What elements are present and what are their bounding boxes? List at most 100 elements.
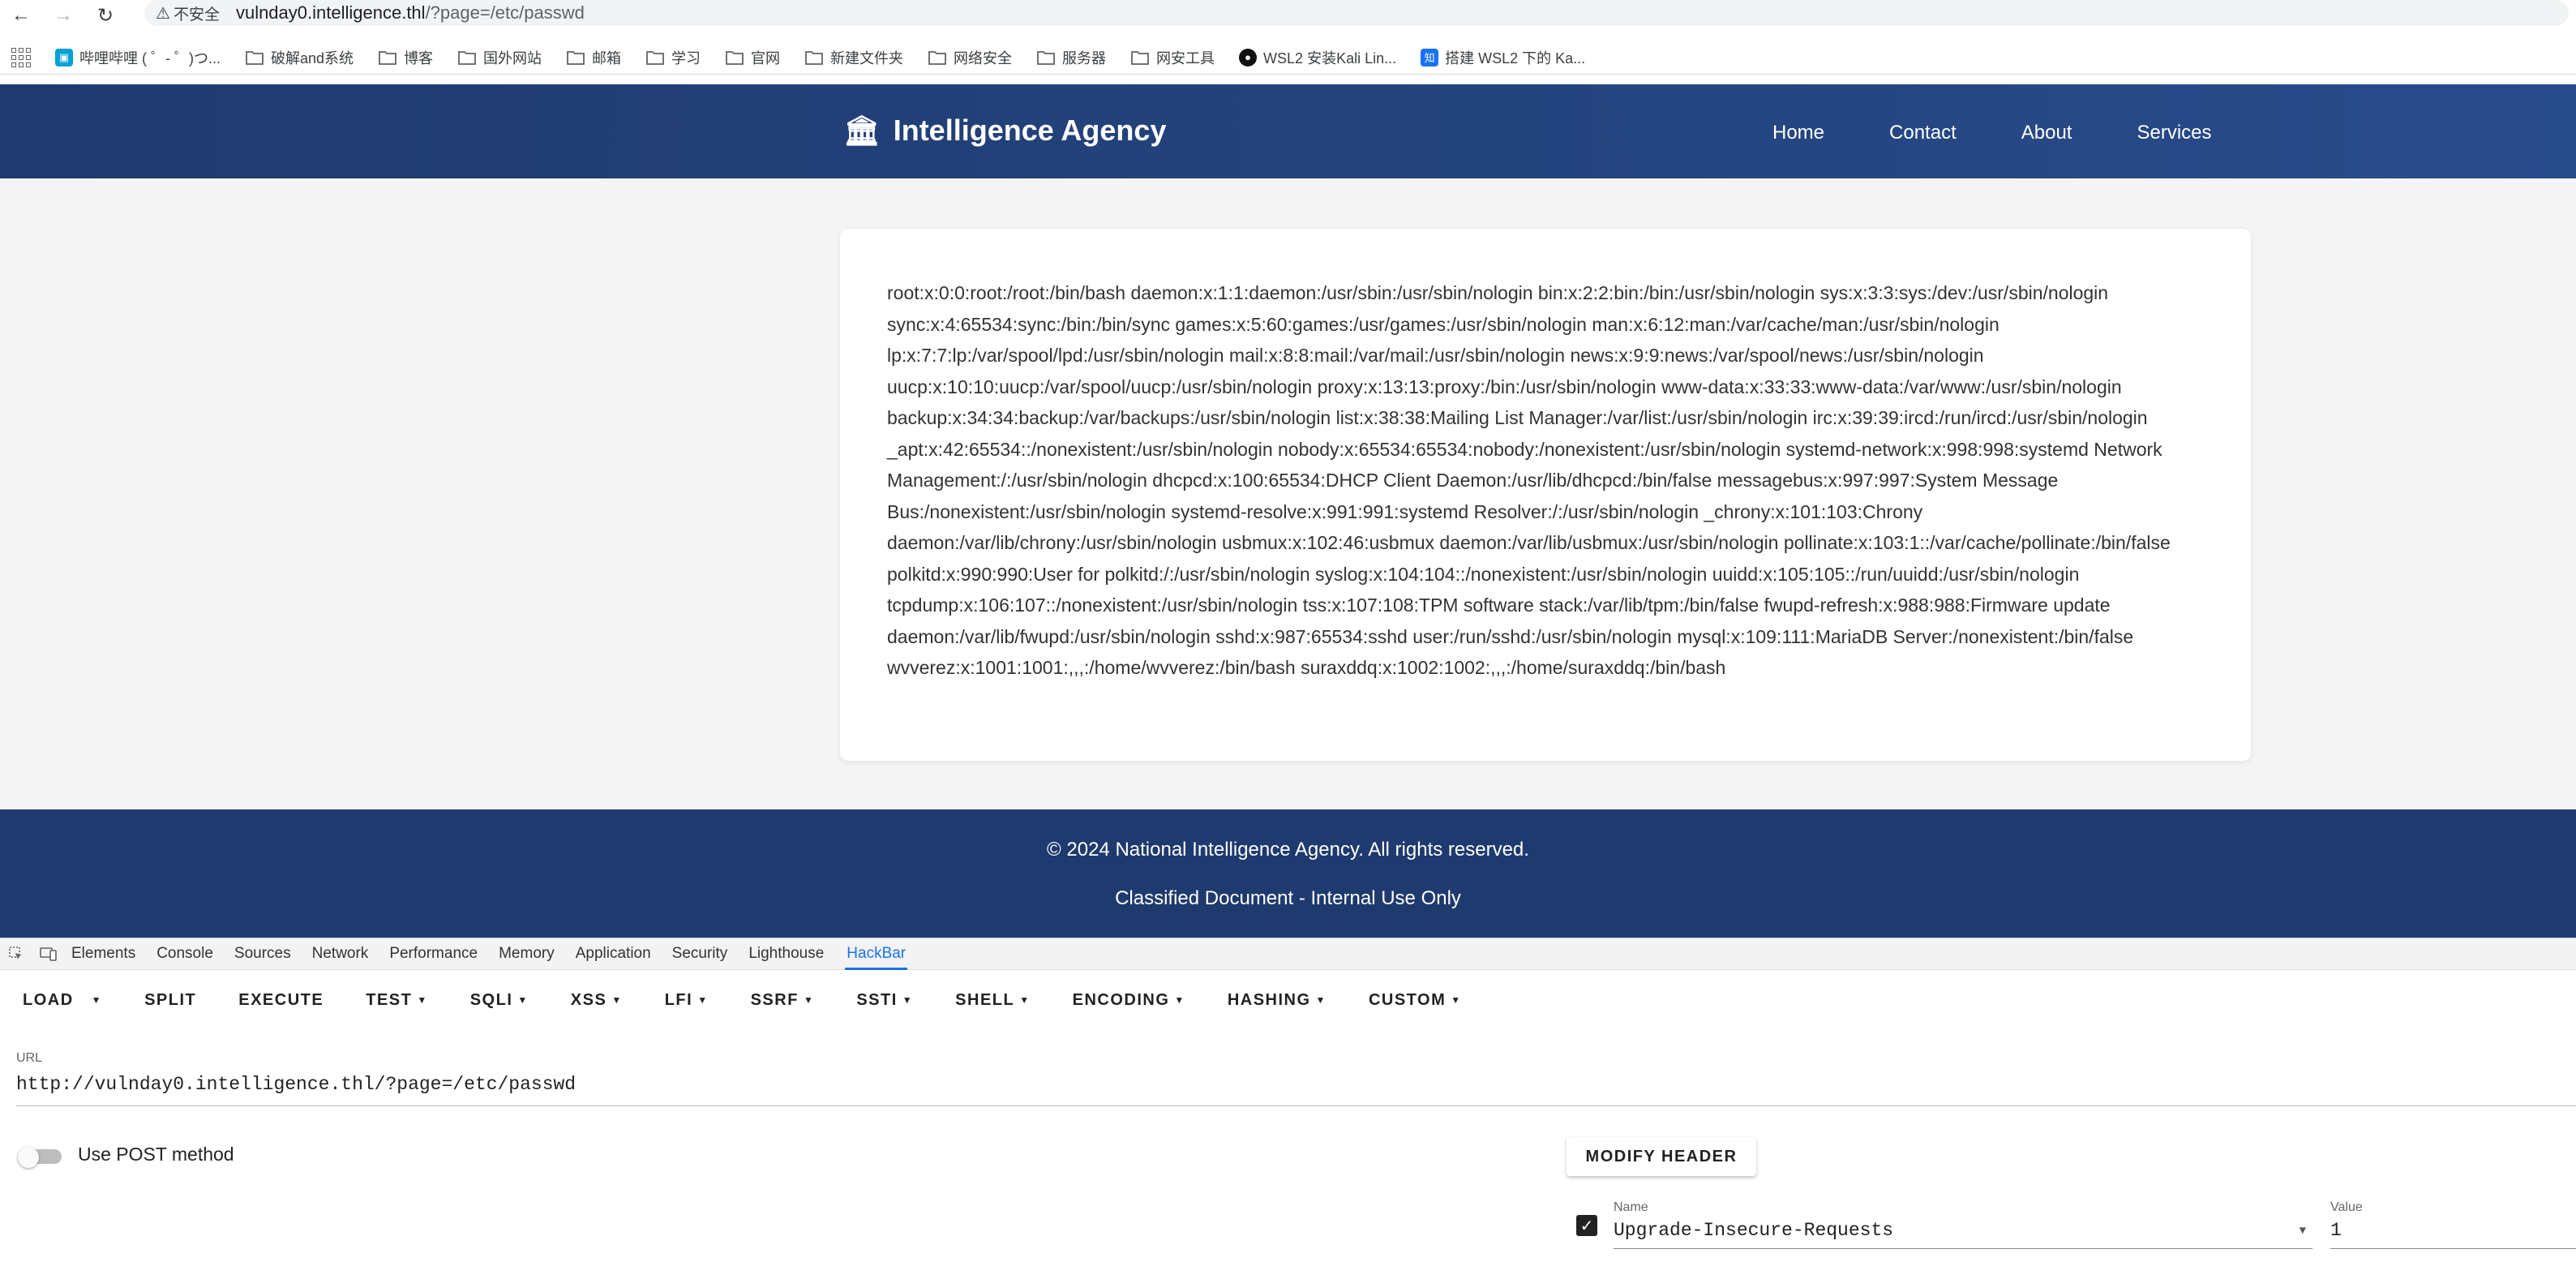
devtools-tab-performance[interactable]: Performance [389, 938, 478, 970]
folder-icon [246, 50, 264, 65]
button-label: XSS [570, 990, 607, 1009]
nav-about[interactable]: About [2021, 122, 2072, 144]
bookmarks-bar: ▣ 哔哩哔哩 ( ゜- ゜)つ... 破解and系统 博客 国外网站 邮箱 学习 官网 新建文件… [0, 41, 2576, 75]
devtools-tab-network[interactable]: Network [312, 938, 369, 970]
bookmark-item[interactable]: 网安工具 [1130, 47, 1215, 68]
bookmark-item[interactable]: ▣ 哔哩哔哩 ( ゜- ゜)つ... [55, 47, 221, 68]
devtools-tab-sources[interactable]: Sources [234, 938, 291, 970]
site-title: Intelligence Agency [893, 114, 1167, 147]
post-method-toggle[interactable] [18, 1147, 63, 1168]
ssrf-button[interactable]: SSRF ▼ [751, 991, 815, 1010]
browser-toolbar: ← → ↻ ⚠ 不安全 vulnday0.intelligence.thl/?p… [0, 0, 2576, 31]
folder-icon [646, 50, 664, 65]
url-text[interactable]: vulnday0.intelligence.thl/?page=/etc/pas… [236, 2, 585, 24]
lfi-button[interactable]: LFI ▼ [665, 991, 709, 1010]
device-toolbar-icon[interactable] [39, 944, 58, 964]
button-label: ENCODING [1072, 990, 1170, 1009]
split-button[interactable]: SPLIT [144, 991, 196, 1010]
caret-down-icon: ▼ [1451, 994, 1462, 1006]
encoding-button[interactable]: ENCODING ▼ [1073, 991, 1185, 1010]
bookmark-item[interactable]: 官网 [725, 47, 780, 68]
caret-down-icon: ▼ [611, 994, 623, 1006]
bookmark-item[interactable]: 网络安全 [928, 47, 1012, 68]
caret-down-icon: ▼ [902, 994, 914, 1006]
bookmark-label: 国外网站 [483, 49, 542, 67]
bookmark-label: WSL2 安装Kali Lin... [1263, 49, 1397, 67]
header-name-value: Upgrade-Insecure-Requests [1614, 1220, 1894, 1241]
folder-icon [1131, 50, 1149, 65]
xss-button[interactable]: XSS ▼ [571, 991, 623, 1010]
apps-grid-icon[interactable] [11, 47, 31, 67]
header-name-label: Name [1614, 1200, 1648, 1214]
inspect-element-icon[interactable] [6, 944, 26, 964]
footer-copyright: © 2024 National Intelligence Agency. All… [1047, 839, 1529, 861]
button-label: TEST [366, 990, 413, 1009]
folder-icon [458, 50, 476, 65]
reload-icon[interactable]: ↻ [84, 0, 126, 31]
caret-down-icon: ▼ [1315, 994, 1327, 1006]
url-host: vulnday0.intelligence.thl [235, 2, 426, 23]
forward-icon[interactable]: → [42, 0, 84, 31]
bookmark-label: 官网 [751, 49, 781, 67]
hackbar-url-input[interactable]: http://vulnday0.intelligence.thl/?page=/… [16, 1074, 2576, 1106]
shell-button[interactable]: SHELL ▼ [955, 991, 1030, 1010]
button-label: CUSTOM [1368, 990, 1447, 1009]
bookmark-item[interactable]: 国外网站 [457, 47, 542, 68]
devtools-tab-elements[interactable]: Elements [71, 938, 135, 970]
header-enabled-checkbox[interactable]: ✓ [1576, 1215, 1597, 1236]
bookmark-item[interactable]: 新建文件夹 [804, 47, 903, 68]
devtools-tab-hackbar[interactable]: HackBar [845, 938, 908, 970]
security-warning[interactable]: ⚠ 不安全 [156, 2, 220, 24]
devtools-tab-lighthouse[interactable]: Lighthouse [748, 938, 824, 970]
nav-services[interactable]: Services [2137, 122, 2211, 144]
bookmark-label: 邮箱 [592, 49, 622, 67]
custom-button[interactable]: CUSTOM ▼ [1369, 991, 1462, 1010]
bookmark-item[interactable]: 博客 [378, 47, 433, 68]
load-button[interactable]: LOAD ▼ [23, 991, 102, 1010]
header-name-select[interactable]: Upgrade-Insecure-Requests ▼ [1614, 1220, 2312, 1249]
bilibili-icon: ▣ [55, 48, 73, 67]
sqli-button[interactable]: SQLI ▼ [470, 991, 529, 1010]
caret-down-icon: ▼ [1174, 994, 1185, 1006]
caret-down-icon: ▼ [91, 994, 103, 1006]
devtools-tab-application[interactable]: Application [576, 938, 651, 970]
bookmark-label: 新建文件夹 [830, 49, 904, 67]
nav-contact[interactable]: Contact [1889, 122, 1957, 144]
security-label: 不安全 [173, 6, 220, 24]
header-row: ✓ Name Upgrade-Insecure-Requests ▼ Value… [1576, 1200, 2576, 1249]
button-label: LOAD [23, 990, 74, 1009]
landmark-icon: 🏛 [843, 114, 881, 147]
bookmark-item[interactable]: 学习 [645, 47, 701, 68]
button-label: SSTI [856, 990, 898, 1009]
button-label: SQLI [469, 990, 513, 1009]
warning-icon: ⚠ [156, 4, 170, 23]
hashing-button[interactable]: HASHING ▼ [1228, 991, 1327, 1010]
back-icon[interactable]: ← [0, 0, 42, 31]
button-label: SHELL [955, 990, 1015, 1009]
modify-header-button[interactable]: MODIFY HEADER [1567, 1137, 1756, 1176]
bookmark-item[interactable]: 知搭建 WSL2 下的 Ka... [1421, 47, 1585, 68]
header-value-input[interactable]: 1 [2330, 1220, 2576, 1249]
caret-down-icon: ▼ [517, 994, 529, 1006]
button-label: SSRF [750, 990, 799, 1009]
nav-home[interactable]: Home [1772, 122, 1824, 144]
address-bar[interactable]: ⚠ 不安全 vulnday0.intelligence.thl/?page=/e… [144, 0, 2569, 26]
bookmark-item[interactable]: 邮箱 [566, 47, 621, 68]
execute-button[interactable]: EXECUTE [238, 991, 324, 1010]
folder-icon [567, 50, 585, 65]
devtools-tab-memory[interactable]: Memory [499, 938, 555, 970]
test-button[interactable]: TEST ▼ [366, 991, 428, 1010]
devtools-tab-console[interactable]: Console [156, 938, 213, 970]
folder-icon [726, 50, 744, 65]
bookmark-label: 破解and系统 [271, 49, 354, 67]
site-brand[interactable]: 🏛 Intelligence Agency [843, 114, 1166, 148]
bookmark-label: 学习 [671, 49, 701, 67]
post-method-label: Use POST method [78, 1144, 234, 1165]
devtools-tab-security[interactable]: Security [672, 938, 728, 970]
ssti-button[interactable]: SSTI ▼ [856, 991, 913, 1010]
bookmark-item[interactable]: 破解and系统 [245, 47, 354, 68]
folder-icon [805, 50, 823, 65]
bookmark-item[interactable]: ● WSL2 安装Kali Lin... [1239, 47, 1396, 68]
bookmark-item[interactable]: 服务器 [1036, 47, 1106, 68]
folder-icon [379, 50, 396, 65]
